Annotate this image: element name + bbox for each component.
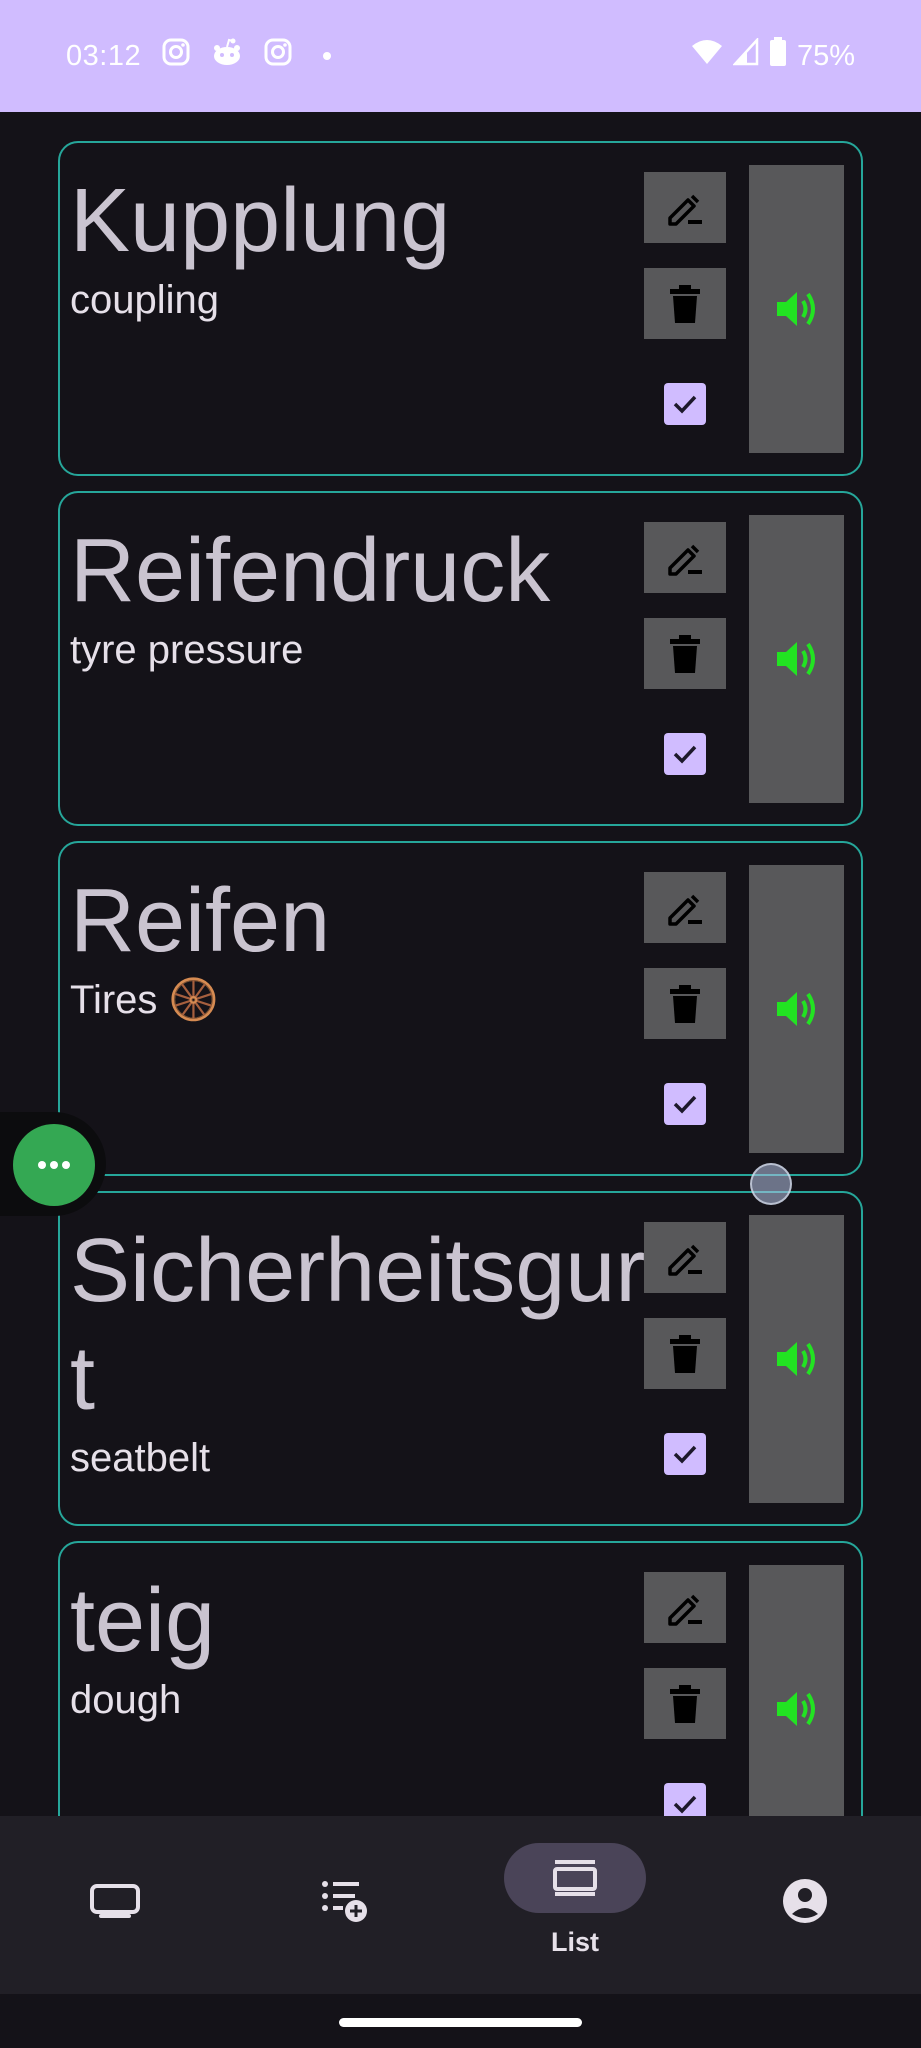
status-bar: 03:12 75% <box>0 0 921 112</box>
word-card[interactable]: Sicherheitsgurt seatbelt <box>58 1191 863 1526</box>
nav-item-account[interactable] <box>690 1816 920 1994</box>
trash-icon <box>670 634 700 673</box>
account-icon <box>734 1866 876 1936</box>
edit-icon <box>668 1594 702 1626</box>
floating-menu-button[interactable] <box>13 1124 95 1206</box>
translation-text: seatbelt <box>70 1436 211 1480</box>
reddit-icon <box>211 37 243 75</box>
speaker-icon <box>776 1342 815 1376</box>
edit-button[interactable] <box>644 1222 726 1293</box>
translation-text: coupling <box>70 278 220 322</box>
check-icon <box>673 1795 697 1814</box>
check-icon <box>673 1095 697 1114</box>
battery-percentage: 75% <box>796 39 855 72</box>
delete-button[interactable] <box>644 268 726 339</box>
speaker-icon <box>776 292 815 326</box>
word-text: Reifen <box>70 871 331 971</box>
touch-indicator <box>750 1163 792 1205</box>
check-icon <box>673 395 697 414</box>
speak-button[interactable] <box>749 165 844 453</box>
wifi-icon <box>691 38 723 74</box>
bottom-navigation: List <box>0 1816 921 1994</box>
instagram-icon <box>161 37 191 75</box>
learned-checkbox[interactable] <box>664 733 706 775</box>
check-icon <box>673 745 697 764</box>
cell-signal-icon <box>732 36 759 74</box>
word-card[interactable]: Kupplung coupling <box>58 141 863 476</box>
speak-button[interactable] <box>749 865 844 1153</box>
more-horizontal-icon <box>38 1161 70 1169</box>
trash-icon <box>670 284 700 323</box>
app-screen: 03:12 75% Kupplung coupling Reifendruck … <box>0 0 921 2048</box>
nav-item-add-list[interactable] <box>230 1816 460 1994</box>
edit-icon <box>668 544 702 576</box>
word-card[interactable]: Reifen Tires 🛞 <box>58 841 863 1176</box>
trash-icon <box>670 1684 700 1723</box>
speak-button[interactable] <box>749 1565 844 1816</box>
nav-item-cards[interactable] <box>0 1816 230 1994</box>
nav-label-list: List <box>550 1927 599 1957</box>
nav-item-list[interactable]: List <box>460 1816 690 1994</box>
battery-icon <box>769 37 787 75</box>
learned-checkbox[interactable] <box>664 1083 706 1125</box>
edit-icon <box>668 894 702 926</box>
edit-button[interactable] <box>644 522 726 593</box>
speaker-icon <box>776 1692 815 1726</box>
list-icon <box>504 1843 646 1913</box>
word-text: Kupplung <box>70 171 451 271</box>
word-text: Sicherheitsgurt <box>70 1221 646 1429</box>
check-icon <box>673 1445 697 1464</box>
learned-checkbox[interactable] <box>664 1433 706 1475</box>
word-text: teig <box>70 1571 216 1671</box>
word-text: Reifendruck <box>70 521 551 621</box>
translation-text: tyre pressure <box>70 628 304 672</box>
delete-button[interactable] <box>644 1668 726 1739</box>
learned-checkbox[interactable] <box>664 383 706 425</box>
speaker-icon <box>776 642 815 676</box>
add-list-icon <box>274 1866 416 1936</box>
edit-button[interactable] <box>644 872 726 943</box>
delete-button[interactable] <box>644 968 726 1039</box>
edit-button[interactable] <box>644 1572 726 1643</box>
vocabulary-list[interactable]: Kupplung coupling Reifendruck tyre press… <box>0 112 921 1816</box>
trash-icon <box>670 984 700 1023</box>
edit-button[interactable] <box>644 172 726 243</box>
more-notifications-dot-icon <box>323 52 332 60</box>
cards-icon <box>44 1866 186 1936</box>
delete-button[interactable] <box>644 1318 726 1389</box>
delete-button[interactable] <box>644 618 726 689</box>
word-card[interactable]: teig dough <box>58 1541 863 1816</box>
gesture-handle[interactable] <box>339 2018 582 2027</box>
speak-button[interactable] <box>749 515 844 803</box>
speak-button[interactable] <box>749 1215 844 1503</box>
status-time: 03:12 <box>66 39 142 72</box>
edit-icon <box>668 1244 702 1276</box>
translation-text: Tires 🛞 <box>70 978 219 1022</box>
speaker-icon <box>776 992 815 1026</box>
edit-icon <box>668 194 702 226</box>
instagram-icon <box>263 37 293 75</box>
word-card[interactable]: Reifendruck tyre pressure <box>58 491 863 826</box>
trash-icon <box>670 1334 700 1373</box>
translation-text: dough <box>70 1678 182 1722</box>
learned-checkbox[interactable] <box>664 1783 706 1816</box>
